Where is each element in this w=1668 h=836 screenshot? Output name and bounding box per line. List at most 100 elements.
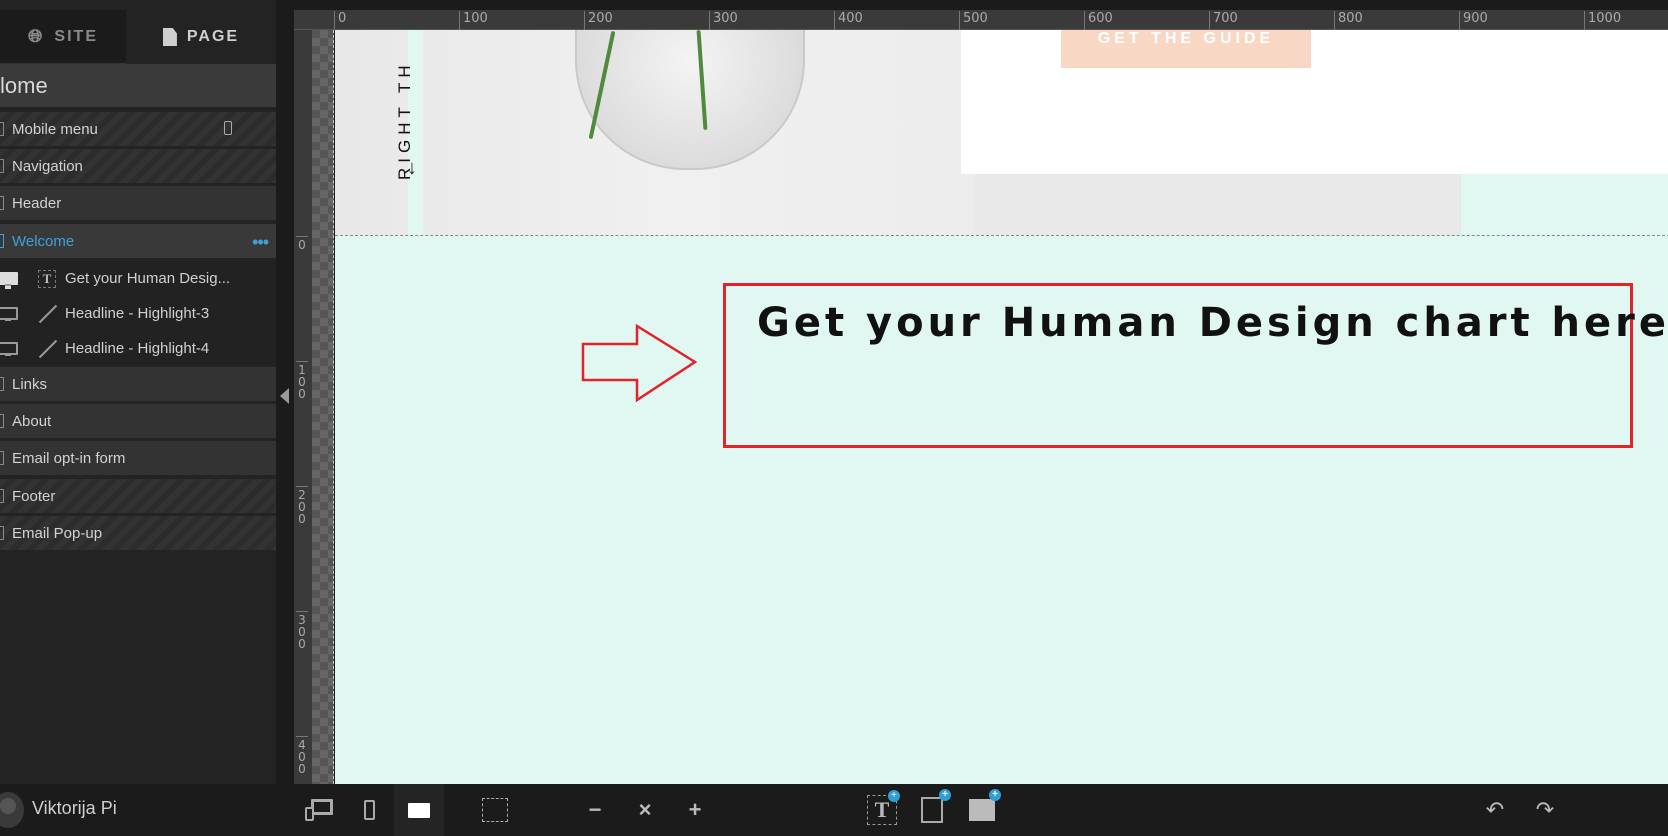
layer-label: Headline - Highlight-4: [65, 340, 210, 357]
ruler-tick-label: 500: [959, 11, 988, 30]
undo-button[interactable]: ↶: [1470, 784, 1520, 836]
zoom-in-icon: +: [688, 797, 702, 822]
zoom-reset-icon: ×: [638, 797, 652, 822]
mobile-icon: [363, 800, 375, 820]
mobile-icon: [224, 121, 232, 135]
tab-site[interactable]: 🌐︎ SITE: [0, 10, 126, 64]
decor-box: [975, 174, 1460, 235]
layer-links[interactable]: Links: [0, 367, 276, 401]
headline-text[interactable]: Get your Human Design chart here: [757, 300, 1668, 346]
layer-label: Welcome: [12, 232, 75, 250]
section-icon: [0, 234, 4, 248]
add-box-button[interactable]: +: [907, 784, 957, 836]
annotation-arrow-icon: [581, 324, 698, 403]
add-box-icon: +: [917, 789, 951, 825]
layer-mobile-menu[interactable]: Mobile menu: [0, 112, 276, 146]
selection-icon: [482, 798, 508, 822]
layer-label: About: [12, 412, 52, 430]
layer-about[interactable]: About: [0, 404, 276, 438]
section-icon: [0, 526, 4, 540]
section-divider: [335, 235, 1668, 236]
ruler-tick-label: 300: [296, 611, 308, 650]
page-name: lome: [0, 72, 48, 98]
ruler-tick-label: 100: [459, 11, 488, 30]
ruler-tick-label: 0: [296, 236, 308, 251]
page-icon: [162, 28, 177, 46]
all-devices-view-button[interactable]: [294, 784, 344, 836]
more-options-icon[interactable]: •••: [252, 232, 269, 253]
layer-welcome[interactable]: Welcome •••: [0, 224, 276, 258]
zoom-reset-button[interactable]: ×: [620, 784, 670, 836]
layers-sidebar: 🌐︎ SITE PAGE lome Mobile menu Navigation…: [0, 0, 276, 784]
section-icon: [0, 377, 4, 391]
down-arrow-icon: ↓: [407, 157, 417, 179]
section-icon: [0, 122, 4, 136]
ruler-tick-label: 900: [1459, 11, 1488, 30]
globe-icon: 🌐︎: [28, 26, 45, 46]
avatar[interactable]: [0, 792, 24, 828]
page-canvas[interactable]: RIGHT TH ↓ GET THE GUIDE Get your Human …: [335, 30, 1668, 784]
section-icon: [0, 489, 4, 503]
text-element-icon: T: [38, 270, 56, 288]
ruler-tick-label: 0: [334, 11, 346, 30]
ruler-tick-label: 800: [1334, 11, 1363, 30]
layer-child-highlight-4[interactable]: Headline - Highlight-4: [0, 331, 276, 366]
layer-label: Email Pop-up: [12, 524, 103, 542]
tab-page-label: PAGE: [186, 28, 240, 45]
ruler-tick-label: 300: [709, 11, 738, 30]
layer-navigation[interactable]: Navigation: [0, 149, 276, 183]
layer-label: Mobile menu: [12, 120, 98, 138]
desktop-view-button[interactable]: [394, 784, 444, 836]
desktop-icon: [0, 307, 18, 321]
layer-label: Navigation: [12, 157, 83, 175]
layer-label: Headline - Highlight-3: [65, 305, 210, 322]
layer-header[interactable]: Header: [0, 186, 276, 220]
editor-app: 🌐︎ SITE PAGE lome Mobile menu Navigation…: [0, 0, 1668, 836]
zoom-out-icon: −: [588, 797, 602, 822]
redo-icon: ↷: [1535, 797, 1555, 822]
horizontal-ruler: 0 100 200 300 400 500 600 700 800 900 1000: [294, 10, 1668, 30]
section-icon: [0, 159, 4, 173]
ruler-tick-label: 200: [296, 486, 308, 525]
ruler-tick-label: 400: [834, 11, 863, 30]
mobile-view-button[interactable]: [344, 784, 394, 836]
ruler-tick-label: 200: [584, 11, 613, 30]
tab-page[interactable]: PAGE: [126, 10, 276, 64]
ruler-tick-label: 400: [296, 736, 308, 775]
vertical-ruler: 0 100 200 300 400: [294, 30, 312, 784]
canvas-margin: [312, 30, 334, 784]
layer-label: Get your Human Desig...: [65, 270, 231, 287]
layer-child-headline-text[interactable]: T Get your Human Desig...: [0, 261, 276, 296]
layer-label: Header: [12, 194, 62, 212]
section-icon: [0, 451, 4, 465]
add-image-button[interactable]: +: [957, 784, 1007, 836]
zoom-in-button[interactable]: +: [670, 784, 720, 836]
ruler-tick-label: 100: [296, 361, 308, 400]
selection-tool-button[interactable]: [470, 784, 520, 836]
page-selector[interactable]: lome: [0, 64, 276, 110]
section-icon: [0, 414, 4, 428]
add-text-button[interactable]: T +: [857, 784, 907, 836]
zoom-out-button[interactable]: −: [570, 784, 620, 836]
collapse-sidebar-icon[interactable]: [280, 388, 289, 404]
user-name[interactable]: Viktorija Pi: [32, 798, 117, 819]
layer-footer[interactable]: Footer: [0, 479, 276, 513]
desktop-icon: [0, 272, 18, 289]
layer-email-opt-in-form[interactable]: Email opt-in form: [0, 441, 276, 475]
ruler-tick-label: 700: [1209, 11, 1238, 30]
tab-site-label: SITE: [54, 27, 98, 45]
layer-email-popup[interactable]: Email Pop-up: [0, 516, 276, 550]
add-image-icon: +: [967, 789, 1001, 825]
layer-child-highlight-3[interactable]: Headline - Highlight-3: [0, 296, 276, 331]
get-the-guide-button[interactable]: GET THE GUIDE: [1061, 30, 1311, 68]
ruler-tick-label: 1000: [1584, 11, 1621, 30]
layer-label: Email opt-in form: [12, 449, 126, 467]
redo-button[interactable]: ↷: [1520, 784, 1570, 836]
line-element-icon: [38, 339, 58, 359]
line-element-icon: [38, 304, 58, 324]
undo-icon: ↶: [1485, 797, 1505, 822]
section-icon: [0, 196, 4, 210]
layer-label: Links: [12, 375, 48, 393]
add-text-icon: T +: [867, 790, 900, 825]
layer-label: Footer: [12, 487, 56, 505]
